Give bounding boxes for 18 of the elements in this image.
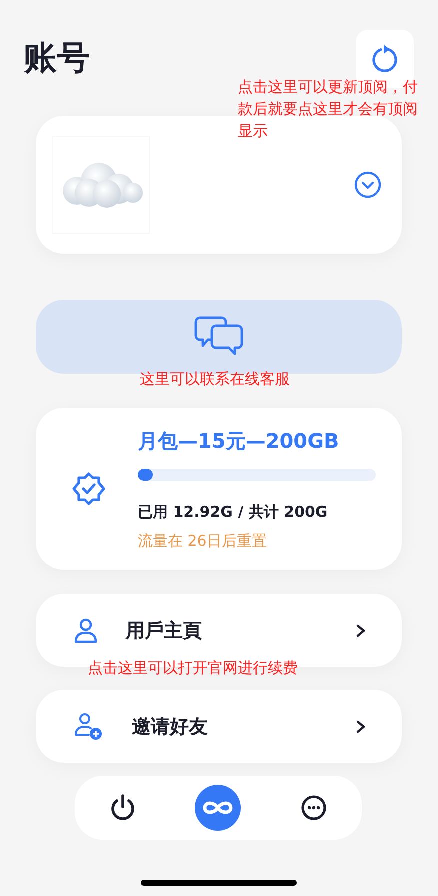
power-icon <box>110 794 136 822</box>
person-icon <box>74 618 98 644</box>
infinity-icon <box>202 799 234 817</box>
reset-text: 流量在 26日后重置 <box>138 532 268 550</box>
annotation-text: 点击这里可以更新顶阅，付款后就要点这里才会有顶阅显示 <box>238 77 419 142</box>
verified-badge-icon <box>72 472 106 506</box>
chevron-down-icon[interactable] <box>354 171 382 199</box>
annotation-text: 这里可以联系在线客服 <box>140 369 290 390</box>
chevron-right-icon <box>356 624 366 638</box>
add-person-icon <box>74 712 104 740</box>
chat-bubbles-icon <box>194 316 244 356</box>
chevron-right-icon <box>356 720 366 734</box>
plan-name: 月包—15元—200GB <box>138 428 340 454</box>
refresh-icon <box>371 44 399 74</box>
page-title: 账号 <box>24 38 90 78</box>
usage-text: 已用 12.92G / 共计 200G <box>138 502 329 522</box>
menu-row[interactable]: 邀请好友 <box>36 690 402 763</box>
more-icon <box>301 795 328 821</box>
